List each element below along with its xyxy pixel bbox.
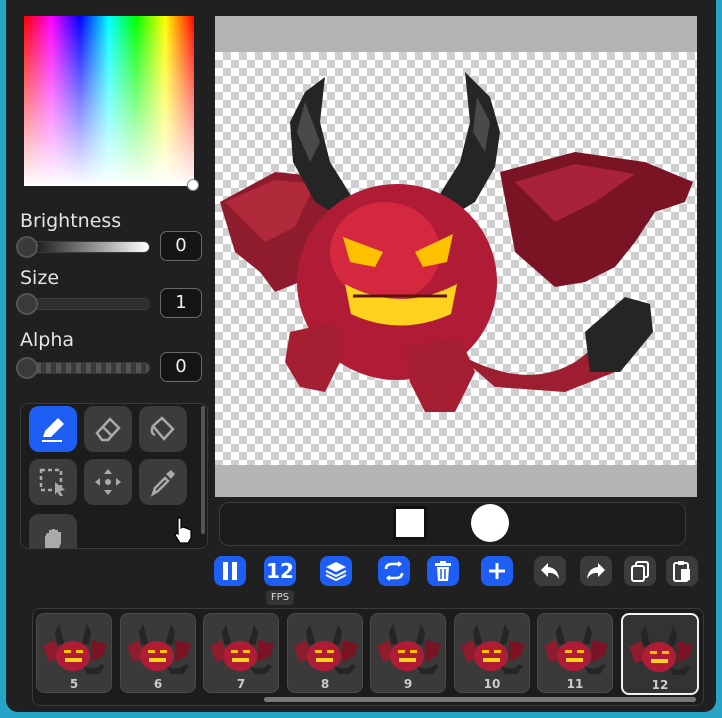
- move-tool[interactable]: [84, 459, 132, 505]
- frame-thumbnail[interactable]: 5: [36, 613, 112, 693]
- frame-number: 7: [236, 677, 246, 691]
- select-tool[interactable]: [29, 459, 77, 505]
- pencil-icon: [42, 418, 64, 442]
- paste-frame-button[interactable]: [666, 556, 698, 586]
- pause-icon: [223, 562, 237, 580]
- eraser-icon: [95, 417, 121, 442]
- undo-button[interactable]: [534, 556, 566, 586]
- square-brush-button[interactable]: [393, 506, 427, 540]
- fps-label: FPS: [266, 590, 294, 605]
- fill-tool[interactable]: [139, 406, 187, 452]
- layers-icon: [325, 562, 347, 582]
- frame-thumbnail[interactable]: 6: [120, 613, 196, 693]
- eyedropper-icon: [150, 470, 175, 497]
- demon-sprite: [220, 72, 693, 412]
- frame-thumbnail[interactable]: 12: [621, 613, 699, 695]
- frame-number: 10: [483, 677, 501, 691]
- frame-number: 9: [403, 677, 413, 691]
- hand-tool[interactable]: [29, 514, 77, 548]
- redo-icon: [587, 563, 605, 579]
- redo-button[interactable]: [580, 556, 612, 586]
- hand-icon: [45, 529, 61, 548]
- color-picker-handle[interactable]: [187, 179, 199, 191]
- loop-button[interactable]: [378, 556, 410, 586]
- demon-thumbnail: [294, 624, 358, 674]
- alpha-slider[interactable]: [20, 362, 150, 374]
- demon-thumbnail: [127, 624, 191, 674]
- frame-thumbnail[interactable]: 11: [537, 613, 613, 693]
- eyedropper-tool[interactable]: [139, 459, 187, 505]
- size-slider-thumb[interactable]: [16, 293, 38, 315]
- frame-thumbnail[interactable]: 7: [203, 613, 279, 693]
- layers-button[interactable]: [320, 556, 352, 586]
- frame-number: 11: [566, 677, 584, 691]
- demon-thumbnail: [629, 625, 693, 675]
- fps-button[interactable]: 12: [264, 556, 296, 586]
- size-slider[interactable]: [20, 298, 150, 310]
- add-frame-button[interactable]: [481, 556, 513, 586]
- alpha-value[interactable]: 0: [160, 352, 202, 382]
- brightness-slider[interactable]: [20, 241, 150, 253]
- frame-thumbnail[interactable]: 10: [454, 613, 530, 693]
- brightness-slider-thumb[interactable]: [16, 236, 38, 258]
- delete-frame-button[interactable]: [427, 556, 459, 586]
- demon-thumbnail: [461, 624, 525, 674]
- paint-bucket-icon: [150, 416, 175, 441]
- alpha-label: Alpha: [20, 329, 75, 351]
- tool-palette-scrollbar[interactable]: [201, 406, 205, 534]
- move-arrows-icon: [95, 469, 121, 495]
- demon-thumbnail: [43, 624, 107, 674]
- brightness-label: Brightness: [20, 210, 122, 232]
- color-picker-gradient[interactable]: [24, 16, 194, 186]
- frame-number: 5: [69, 677, 79, 691]
- round-brush-button[interactable]: [471, 504, 509, 542]
- trash-icon: [435, 561, 451, 581]
- copy-frame-button[interactable]: [624, 556, 656, 586]
- undo-icon: [541, 563, 559, 579]
- pointer-hand-cursor: [174, 517, 192, 544]
- frame-number: 12: [651, 678, 669, 692]
- loop-icon: [384, 561, 404, 581]
- copy-icon: [631, 561, 649, 582]
- paste-icon: [673, 561, 690, 582]
- alpha-slider-thumb[interactable]: [16, 357, 38, 379]
- size-value[interactable]: 1: [160, 288, 202, 318]
- frame-number: 8: [320, 677, 330, 691]
- frame-thumbnail[interactable]: 8: [287, 613, 363, 693]
- timeline-scrollbar[interactable]: [264, 697, 696, 702]
- selection-icon: [39, 468, 65, 496]
- frame-number: 6: [153, 677, 163, 691]
- pause-button[interactable]: [214, 556, 246, 586]
- plus-icon: [489, 563, 505, 579]
- brightness-value[interactable]: 0: [160, 231, 202, 261]
- frame-thumbnail[interactable]: 9: [370, 613, 446, 693]
- size-label: Size: [20, 267, 60, 289]
- pencil-tool[interactable]: [29, 406, 77, 452]
- demon-thumbnail: [210, 624, 274, 674]
- demon-thumbnail: [377, 624, 441, 674]
- fps-value: 12: [266, 559, 294, 583]
- eraser-tool[interactable]: [84, 406, 132, 452]
- brush-shape-bar: [219, 502, 686, 546]
- demon-thumbnail: [544, 624, 608, 674]
